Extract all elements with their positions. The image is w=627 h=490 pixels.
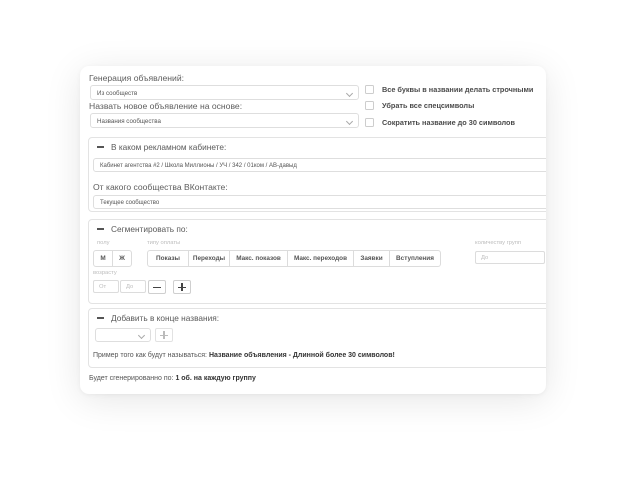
- segment-title: Сегментировать по:: [111, 224, 188, 234]
- lowercase-checkbox[interactable]: Все буквы в названии делать строчными: [365, 85, 533, 94]
- shorten-checkbox-label: Сократить название до 30 символов: [382, 118, 515, 127]
- payment-max-clicks-button[interactable]: Макс. переходов: [288, 251, 354, 266]
- generation-summary: Будет сгенерированно по: 1 об. на каждую…: [89, 375, 256, 382]
- add-age-button[interactable]: [173, 280, 191, 294]
- append-header[interactable]: Добавить в конце названия:: [97, 313, 219, 323]
- chevron-down-icon: [345, 117, 354, 126]
- minus-icon: [153, 287, 161, 289]
- append-example-value: Название объявления - Длинной более 30 с…: [208, 352, 395, 359]
- payment-label: типу оплаты: [147, 240, 181, 246]
- checkbox-box[interactable]: [365, 101, 374, 110]
- payment-joins-button[interactable]: Вступления: [390, 251, 440, 266]
- ad-cabinet-header[interactable]: В каком рекламном кабинете:: [97, 142, 226, 152]
- ad-generator-card: Генерация объявлений: Из сообществ Назва…: [80, 66, 546, 394]
- payment-impressions-button[interactable]: Показы: [148, 251, 189, 266]
- name-based-select-value: Названия сообщества: [97, 118, 161, 125]
- remove-age-button[interactable]: [148, 280, 166, 294]
- age-from-input[interactable]: От: [93, 280, 119, 293]
- chevron-down-icon: [137, 331, 146, 340]
- community-value: Текущее сообщество: [100, 200, 160, 206]
- age-label: возрасту: [93, 270, 117, 276]
- gender-button-group: М Ж: [93, 250, 132, 267]
- age-to-input[interactable]: До: [120, 280, 146, 293]
- ad-cabinet-value: Кабинет агентства #2 / Школа Миллионы / …: [100, 163, 297, 169]
- collapse-icon: [97, 228, 104, 230]
- payment-button-group: Показы Переходы Макс. показов Макс. пере…: [147, 250, 441, 267]
- payment-clicks-button[interactable]: Переходы: [189, 251, 230, 266]
- summary-prefix: Будет сгенерированно по:: [89, 375, 174, 382]
- name-based-select[interactable]: Названия сообщества: [90, 113, 359, 128]
- add-append-button[interactable]: [155, 328, 173, 342]
- lowercase-checkbox-label: Все буквы в названии делать строчными: [382, 85, 534, 94]
- ad-cabinet-section: В каком рекламном кабинете: Кабинет аген…: [88, 137, 546, 212]
- append-title: Добавить в конце названия:: [111, 313, 220, 323]
- append-example: Пример того как будут называться: Назван…: [93, 352, 395, 359]
- ad-cabinet-title: В каком рекламном кабинете:: [111, 142, 227, 152]
- segment-header[interactable]: Сегментировать по:: [97, 224, 188, 234]
- remove-special-checkbox-label: Убрать все спецсимволы: [382, 101, 475, 110]
- append-select[interactable]: [95, 328, 151, 342]
- groups-label: количеству групп: [475, 240, 522, 246]
- checkbox-box[interactable]: [365, 118, 374, 127]
- chevron-down-icon: [345, 89, 354, 98]
- community-select[interactable]: Текущее сообщество: [93, 195, 546, 209]
- collapse-icon: [97, 317, 104, 319]
- gender-label: полу: [97, 240, 110, 246]
- remove-special-checkbox[interactable]: Убрать все спецсимволы: [365, 101, 474, 110]
- summary-value: 1 об. на каждую группу: [175, 375, 256, 382]
- shorten-checkbox[interactable]: Сократить название до 30 символов: [365, 118, 515, 127]
- checkbox-box[interactable]: [365, 85, 374, 94]
- generation-select-value: Из сообществ: [97, 90, 138, 97]
- gender-male-button[interactable]: М: [94, 251, 113, 266]
- name-based-label: Назвать новое объявление на основе:: [89, 101, 243, 111]
- gender-female-button[interactable]: Ж: [113, 251, 131, 266]
- append-section: Добавить в конце названия: Пример того к…: [88, 308, 546, 368]
- payment-leads-button[interactable]: Заявки: [354, 251, 390, 266]
- ad-cabinet-select[interactable]: Кабинет агентства #2 / Школа Миллионы / …: [93, 158, 546, 172]
- groups-count-input[interactable]: До: [475, 251, 545, 264]
- community-label: От какого сообщества ВКонтакте:: [93, 182, 228, 192]
- collapse-icon: [97, 146, 104, 148]
- generation-select[interactable]: Из сообществ: [90, 85, 359, 100]
- payment-max-impressions-button[interactable]: Макс. показов: [230, 251, 288, 266]
- generation-label: Генерация объявлений:: [89, 73, 185, 83]
- append-example-prefix: Пример того как будут называться:: [93, 352, 207, 359]
- segment-section: Сегментировать по: полу типу оплаты коли…: [88, 219, 546, 304]
